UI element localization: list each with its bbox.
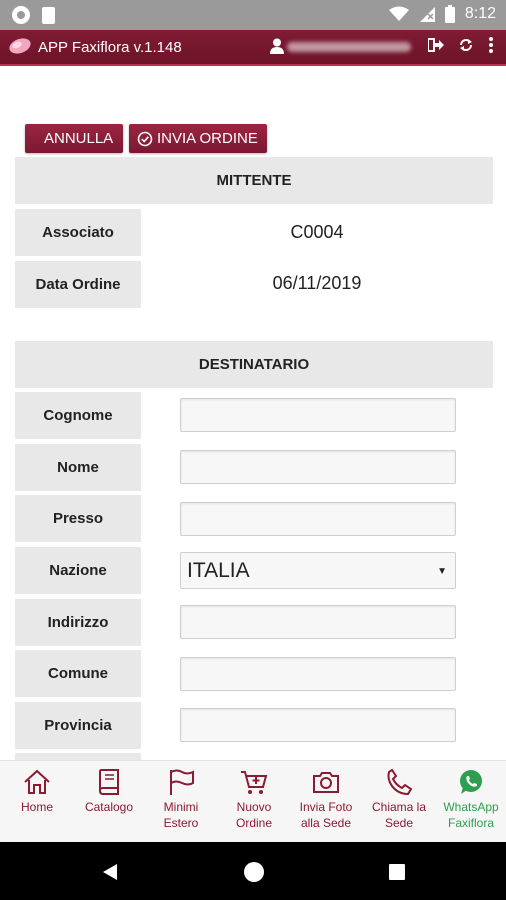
- nazione-label: Nazione: [15, 547, 141, 594]
- status-bar: 8:12: [0, 0, 506, 30]
- data-ordine-label: Data Ordine: [15, 261, 141, 308]
- cancel-button-label: ANNULLA: [44, 130, 114, 147]
- nav-home[interactable]: Home: [1, 767, 73, 815]
- nazione-selected-value: ITALIA: [187, 558, 250, 582]
- associato-value: C0004: [290, 222, 344, 242]
- home-icon: [24, 769, 50, 794]
- nav-chiama-sede-label: Chiama la Sede: [371, 800, 427, 830]
- bottom-navigation: Home Catalogo Minimi Estero Nuovo Ordine…: [0, 760, 506, 843]
- cognome-label: Cognome: [15, 392, 141, 439]
- nav-nuovo-ordine-label: Nuovo Ordine: [235, 800, 273, 830]
- cart-icon: [241, 771, 268, 794]
- provincia-label: Provincia: [15, 702, 141, 749]
- comune-input[interactable]: [180, 657, 456, 691]
- indirizzo-input[interactable]: [180, 605, 456, 639]
- send-order-button-label: INVIA ORDINE: [157, 130, 258, 147]
- nav-minimi-estero[interactable]: Minimi Estero: [145, 767, 217, 831]
- presso-input[interactable]: [180, 502, 456, 536]
- battery-icon: [444, 5, 455, 23]
- book-icon: [99, 769, 119, 795]
- destinatario-heading: DESTINATARIO: [15, 341, 493, 388]
- check-circle-icon: [137, 131, 153, 146]
- cancel-button[interactable]: ANNULLA: [25, 124, 123, 153]
- associato-label: Associato: [15, 209, 141, 256]
- dropdown-caret-icon: ▼: [437, 566, 447, 577]
- user-icon: [270, 38, 284, 54]
- provincia-input[interactable]: [180, 708, 456, 742]
- nav-catalogo[interactable]: Catalogo: [73, 767, 145, 815]
- back-icon[interactable]: [101, 863, 119, 881]
- overflow-menu-icon[interactable]: [488, 36, 494, 54]
- indirizzo-label: Indirizzo: [15, 599, 141, 646]
- user-name-blurred: [287, 42, 411, 52]
- nome-input[interactable]: [180, 450, 456, 484]
- app-title: APP Faxiflora v.1.148: [38, 39, 182, 56]
- app-bar: APP Faxiflora v.1.148: [0, 30, 506, 66]
- data-ordine-value: 06/11/2019: [272, 273, 362, 293]
- flag-icon: [170, 769, 194, 795]
- mittente-heading: MITTENTE: [15, 157, 493, 204]
- system-navigation-bar: [0, 842, 506, 900]
- logout-icon[interactable]: [428, 38, 444, 52]
- phone-icon: [387, 768, 413, 796]
- nav-invia-foto[interactable]: Invia Foto alla Sede: [290, 767, 362, 831]
- whatsapp-icon: [460, 770, 482, 794]
- wifi-icon: [388, 6, 409, 21]
- send-order-button[interactable]: INVIA ORDINE: [129, 124, 267, 153]
- nav-home-label: Home: [20, 800, 53, 814]
- sd-card-icon: [42, 6, 55, 24]
- nome-label: Nome: [15, 444, 141, 491]
- refresh-icon[interactable]: [458, 37, 474, 53]
- nav-minimi-estero-label: Minimi Estero: [163, 800, 199, 830]
- presso-label: Presso: [15, 495, 141, 542]
- nav-catalogo-label: Catalogo: [84, 800, 134, 814]
- nazione-select[interactable]: ITALIA ▼: [180, 552, 456, 589]
- notification-icon: [12, 6, 30, 24]
- nav-whatsapp-label: WhatsApp Faxiflora: [443, 800, 499, 830]
- nav-chiama-sede[interactable]: Chiama la Sede: [363, 767, 435, 831]
- app-logo-icon: [9, 38, 31, 54]
- home-circle-icon[interactable]: [243, 861, 265, 883]
- nav-whatsapp[interactable]: WhatsApp Faxiflora: [435, 767, 506, 831]
- nav-nuovo-ordine[interactable]: Nuovo Ordine: [218, 767, 290, 831]
- recents-icon[interactable]: [388, 863, 406, 881]
- camera-icon: [313, 772, 339, 793]
- signal-icon: [419, 7, 435, 22]
- nav-invia-foto-label: Invia Foto alla Sede: [299, 800, 353, 830]
- status-time: 8:12: [464, 5, 496, 22]
- cognome-input[interactable]: [180, 398, 456, 432]
- comune-label: Comune: [15, 650, 141, 697]
